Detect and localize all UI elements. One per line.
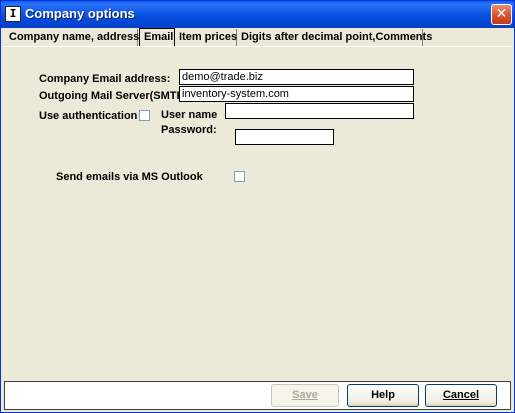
username-field[interactable] <box>225 103 414 119</box>
password-field[interactable] <box>235 129 334 145</box>
password-label: Password: <box>161 124 217 136</box>
cancel-button[interactable]: Cancel <box>425 384 497 407</box>
save-button[interactable]: Save <box>271 384 339 407</box>
smtp-server-field[interactable]: inventory-system.com <box>179 86 414 102</box>
company-email-field[interactable]: demo@trade.biz <box>179 69 414 85</box>
username-label: User name <box>161 109 218 121</box>
save-button-label: Save <box>292 389 318 401</box>
use-auth-checkbox[interactable] <box>139 110 150 121</box>
window-title: Company options <box>25 6 135 21</box>
company-options-window: I Company options ✕ Company name, addres… <box>0 0 515 413</box>
title-bar[interactable]: I Company options ✕ <box>1 1 514 28</box>
outlook-checkbox[interactable] <box>234 171 245 182</box>
cancel-button-label: Cancel <box>442 389 480 401</box>
tab-item-prices[interactable]: Item prices <box>175 29 237 46</box>
close-icon: ✕ <box>495 6 508 22</box>
tab-email[interactable]: Email <box>139 28 175 47</box>
help-button[interactable]: Help <box>347 384 419 407</box>
app-icon: I <box>5 6 21 22</box>
close-button[interactable]: ✕ <box>491 4 512 25</box>
smtp-label: Outgoing Mail Server(SMTP) <box>39 90 188 102</box>
company-email-label: Company Email address: <box>39 73 171 85</box>
help-button-label: Help <box>371 389 395 401</box>
tab-company-name-address[interactable]: Company name, address <box>5 29 139 46</box>
tab-divider <box>3 46 512 47</box>
tab-digits-comments[interactable]: Digits after decimal point,Comments <box>237 29 432 46</box>
outlook-label: Send emails via MS Outlook <box>56 171 203 183</box>
use-auth-label: Use authentication <box>39 110 138 122</box>
